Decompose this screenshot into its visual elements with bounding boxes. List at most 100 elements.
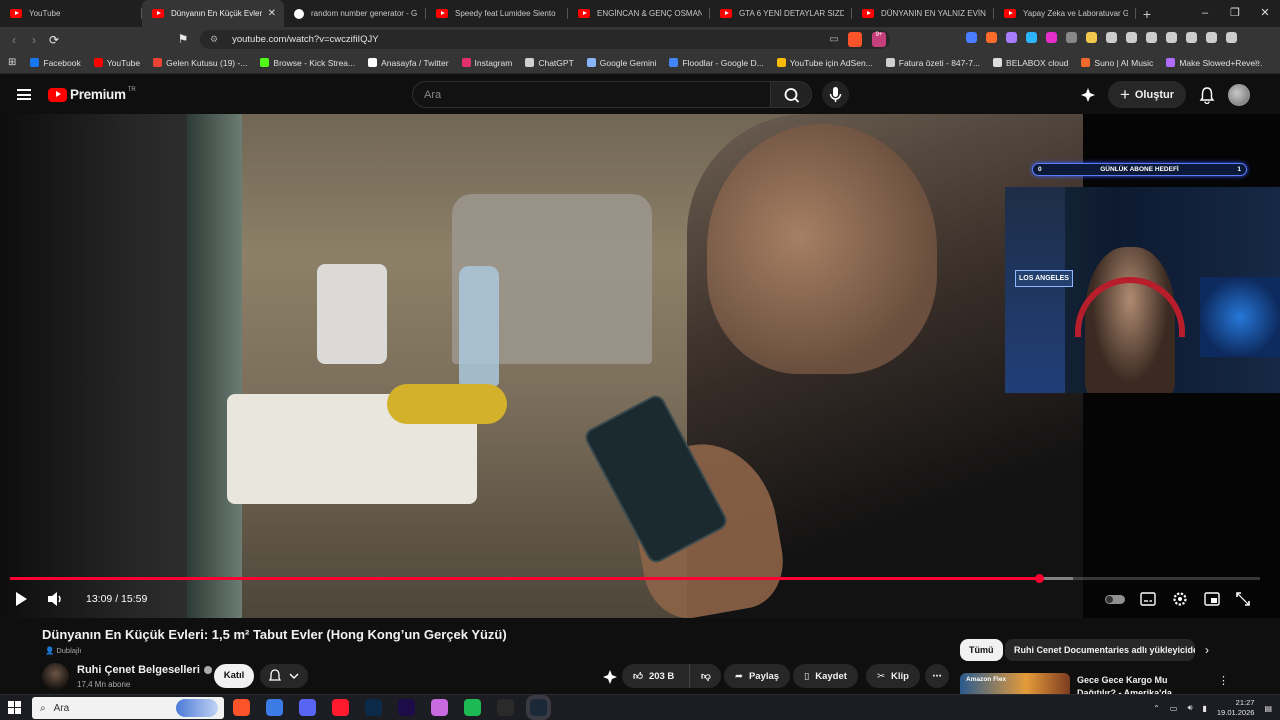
spotify-taskbar-icon[interactable] (464, 699, 481, 716)
browser-tab[interactable]: random number generator - G (284, 0, 426, 27)
discord-taskbar-icon[interactable] (299, 699, 316, 716)
extension-icon[interactable] (1006, 32, 1017, 43)
dislike-button[interactable]: 👎︎ (689, 664, 721, 688)
bookmark-item[interactable]: Instagram (461, 58, 512, 68)
notification-icon[interactable]: ▤ (1264, 704, 1272, 713)
seek-bar[interactable] (10, 574, 1260, 583)
gallery-taskbar-icon[interactable] (431, 699, 448, 716)
app-blue-taskbar-icon[interactable] (266, 699, 283, 716)
windows-start-icon[interactable] (8, 701, 21, 714)
extension-icon[interactable] (966, 32, 977, 43)
like-button[interactable]: 👍︎ 203 B (622, 664, 689, 688)
subtitles-button[interactable] (1140, 591, 1156, 607)
join-button[interactable]: Katıl (214, 664, 254, 688)
bookmark-item[interactable]: BELABOX cloud (993, 58, 1068, 68)
share-button[interactable]: ➦ Paylaş (724, 664, 791, 688)
account-avatar[interactable] (1228, 83, 1250, 106)
create-button[interactable]: + Oluştur (1107, 81, 1186, 108)
extension-icon[interactable] (1046, 32, 1057, 43)
youtube-premium-logo[interactable]: Premium TR (48, 87, 136, 102)
video-player[interactable]: 0 GÜNLÜK ABONE HEDEFİ 1 LOS ANGELES 13:0… (0, 114, 1280, 618)
bookmark-item[interactable]: Suno | AI Music (1081, 58, 1153, 68)
channel-name-text[interactable]: Ruhi Çenet Belgeselleri (77, 664, 200, 676)
bookmark-icon[interactable]: ⚑ (177, 32, 189, 46)
minimize-button[interactable]: – (1190, 0, 1220, 27)
search-input[interactable]: Ara (412, 81, 770, 108)
video-frame[interactable] (187, 114, 1083, 618)
restore-button[interactable]: ❐ (1220, 0, 1250, 27)
bookmark-item[interactable]: Make Slowed+Reve... (1166, 58, 1262, 68)
apps-icon[interactable]: ⊞ (8, 57, 16, 68)
bookmark-item[interactable]: Gelen Kutusu (19) -... (153, 58, 247, 68)
more-actions-button[interactable]: ⋯ (925, 664, 949, 688)
premiere-taskbar-icon[interactable] (398, 699, 415, 716)
ask-ai-icon[interactable] (602, 669, 618, 685)
extension-icon[interactable] (1226, 32, 1237, 43)
browser-tab[interactable]: Yapay Zeka ve Laboratuvar Gü (994, 0, 1136, 27)
subscription-bell-button[interactable] (260, 664, 308, 688)
bookmark-item[interactable]: Fatura özeti - 847-7... (885, 58, 980, 68)
extension-icon[interactable] (1206, 32, 1217, 43)
ai-sparkle-icon[interactable] (1080, 87, 1096, 103)
site-info-icon[interactable]: ⚙ (210, 34, 218, 45)
extension-icon[interactable] (1066, 32, 1077, 43)
reload-button[interactable]: ⟳ (44, 33, 64, 47)
save-button[interactable]: ▯ Kaydet (793, 664, 858, 688)
notifications-bell-icon[interactable] (1198, 86, 1216, 104)
back-button[interactable]: ‹ (4, 33, 24, 47)
steam-taskbar-icon[interactable] (530, 699, 547, 716)
brave-rewards-icon[interactable]: 9+ (872, 32, 886, 47)
extension-icon[interactable] (1186, 32, 1197, 43)
browser-tab[interactable]: ENGİNCAN & GENÇ OSMAN & (568, 0, 710, 27)
settings-button[interactable] (1172, 591, 1188, 607)
play-button[interactable] (14, 591, 28, 607)
brave-shield-icon[interactable] (848, 32, 862, 47)
bookmark-item[interactable]: Google Gemini (586, 58, 656, 68)
bookmark-item[interactable]: Floodlar - Google D... (669, 58, 764, 68)
opera-taskbar-icon[interactable] (332, 699, 349, 716)
channel-name[interactable]: Ruhi Çenet Belgeselleri (77, 664, 212, 676)
url-text[interactable]: youtube.com/watch?v=cwczifiIQJY (232, 34, 379, 45)
extension-icon[interactable] (1166, 32, 1177, 43)
network-icon[interactable]: ▭ (1170, 704, 1178, 713)
browser-tab[interactable]: Speedy feat Lumidee Siento (426, 0, 568, 27)
browser-tab[interactable]: DÜNYANIN EN YALNIZ EVİNDE (852, 0, 994, 27)
bookmark-item[interactable]: YouTube (93, 58, 140, 68)
chip-all[interactable]: Tümü (960, 639, 1003, 661)
recommendation-menu-icon[interactable]: ⋮ (1218, 674, 1229, 687)
voice-search-button[interactable] (822, 81, 849, 108)
extension-icon[interactable] (1146, 32, 1157, 43)
bookmark-item[interactable]: ChatGPT (525, 58, 574, 68)
brave-taskbar-icon[interactable] (233, 699, 250, 716)
bookmark-item[interactable]: YouTube için AdSen... (776, 58, 873, 68)
battery-icon[interactable]: ▮ (1202, 704, 1206, 713)
photoshop-taskbar-icon[interactable] (365, 699, 382, 716)
browser-tab[interactable]: YouTube (0, 0, 142, 27)
fullscreen-button[interactable] (1236, 591, 1250, 607)
bookmark-item[interactable]: Facebook (30, 58, 81, 68)
taskbar-search[interactable]: ⌕ Ara (32, 697, 224, 719)
extension-icon[interactable] (1086, 32, 1097, 43)
extension-icon[interactable] (1106, 32, 1117, 43)
autoplay-toggle[interactable] (1105, 591, 1125, 607)
forward-button[interactable]: › (24, 33, 44, 47)
search-button[interactable] (770, 81, 812, 108)
speaker-icon[interactable]: 🔊︎ (1187, 703, 1192, 713)
cast-icon[interactable]: ▭ (829, 34, 838, 45)
bookmark-item[interactable]: Browse - Kick Strea... (260, 58, 355, 68)
system-clock[interactable]: 21:27 19.01.2026 (1217, 698, 1255, 718)
miniplayer-button[interactable] (1204, 591, 1220, 607)
bookmark-item[interactable]: Anasayfa / Twitter (368, 58, 449, 68)
menu-icon[interactable] (17, 89, 31, 100)
tray-overflow-icon[interactable]: ⌃ (1153, 704, 1160, 713)
extension-icon[interactable] (1026, 32, 1037, 43)
browser-tab[interactable]: GTA 6 YENİ DETAYLAR SIZDI Y (710, 0, 852, 27)
extension-icon[interactable] (986, 32, 997, 43)
browser-tab[interactable]: Dünyanın En Küçük Evleri ✕ (142, 0, 284, 27)
address-bar[interactable]: ⚙ youtube.com/watch?v=cwczifiIQJY ▭ ↗ ☆ (200, 30, 890, 49)
tab-close-icon[interactable]: ✕ (268, 8, 276, 19)
close-window-button[interactable]: ✕ (1250, 0, 1280, 27)
new-tab-button[interactable]: + (1136, 6, 1158, 22)
chip-uploader[interactable]: Ruhi Cenet Documentaries adlı yükleyicid… (1005, 639, 1195, 661)
more-bookmarks-icon[interactable]: » (1254, 57, 1260, 68)
